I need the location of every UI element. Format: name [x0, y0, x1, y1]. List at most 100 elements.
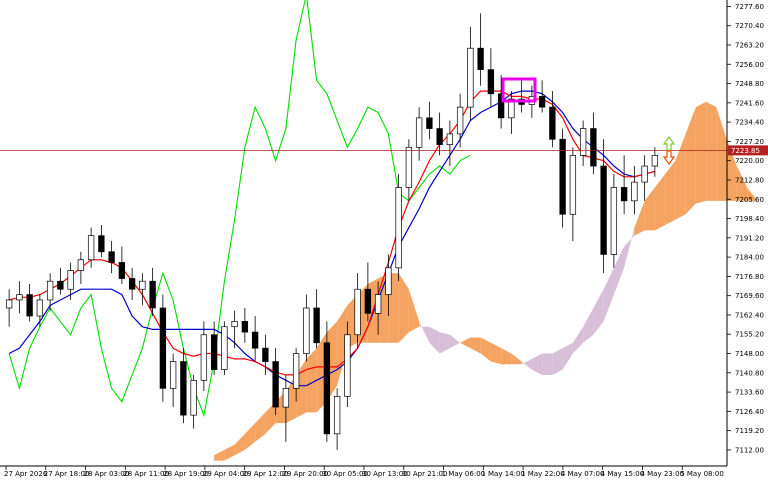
- candle-body-bull: [579, 128, 587, 156]
- candle: [395, 174, 402, 282]
- candle-body-bull: [282, 387, 290, 408]
- candle-body-bull: [569, 154, 577, 215]
- candle-body-bear: [251, 331, 259, 349]
- x-tick-label: 4 May 23:00: [640, 470, 684, 478]
- candle-body-bear: [487, 69, 495, 95]
- y-tick-label: 7256.00: [735, 61, 764, 69]
- chart-background: [0, 0, 727, 466]
- candle-body-bull: [415, 117, 423, 148]
- candle-body-bear: [210, 334, 218, 370]
- y-tick-label: 7155.20: [735, 331, 764, 339]
- candle-body-bear: [549, 106, 556, 140]
- cloud-segment-bear: [542, 353, 553, 375]
- y-tick-label: 7263.20: [735, 41, 764, 49]
- y-tick-label: 7277.60: [735, 3, 764, 11]
- candle-body-bull: [292, 353, 300, 389]
- candle-body-bear: [590, 128, 597, 167]
- candle-body-bear: [323, 342, 331, 435]
- y-tick-label: 7234.40: [735, 119, 764, 127]
- candle-body-bull: [221, 326, 228, 370]
- x-tick-label: 5 May 08:00: [680, 470, 724, 478]
- candle-body-bear: [159, 307, 167, 389]
- y-tick-label: 7241.60: [735, 99, 764, 107]
- candle-body-bear: [620, 187, 628, 202]
- candle: [610, 174, 618, 268]
- y-tick-label: 7212.80: [735, 176, 764, 184]
- candle-body-bear: [241, 321, 249, 333]
- candle-body-bear: [436, 128, 443, 145]
- y-tick-label: 7169.60: [735, 292, 764, 300]
- y-tick-label: 7176.80: [735, 273, 764, 281]
- candle-body-bull: [344, 334, 351, 397]
- cloud-segment-bull: [306, 348, 317, 413]
- y-axis: 7277.60 7270.40 7263.20 7256.00 7248.80 7241.…: [726, 0, 764, 466]
- y-tick-label: 7205.60: [735, 196, 764, 204]
- y-tick-label: 7126.40: [735, 408, 764, 416]
- candle-body-bull: [446, 133, 454, 145]
- candle-body-bull: [303, 307, 310, 354]
- cloud-segment-bull: [706, 101, 717, 201]
- candle-body-bear: [26, 294, 33, 317]
- candle-body-bull: [200, 334, 208, 381]
- y-tick-label: 7119.20: [735, 427, 764, 435]
- x-tick-label: 4 May 07:00: [561, 470, 605, 478]
- candle-body-bull: [385, 267, 392, 295]
- candle-body-bull: [405, 146, 413, 188]
- candle-body-bear: [180, 361, 187, 416]
- candle: [159, 294, 167, 402]
- candle-body-bear: [600, 165, 607, 255]
- cloud-segment-bull: [695, 101, 707, 204]
- y-tick-label: 7148.00: [735, 350, 764, 358]
- current-price-tag: 7223.85: [728, 145, 768, 156]
- candle-body-bull: [610, 187, 618, 255]
- candle-body-bear: [313, 307, 320, 344]
- candle-body-bull: [139, 280, 146, 290]
- y-tick-label: 7220.00: [735, 157, 764, 165]
- x-axis: 27 Apr 202627 Apr 18:0028 Apr 03:0028 Ap…: [0, 465, 727, 478]
- candle-body-bear: [98, 235, 105, 253]
- y-tick-label: 7198.40: [735, 215, 764, 223]
- x-tick-label: 27 Apr 2026: [4, 470, 48, 478]
- y-tick-label: 7133.60: [735, 389, 764, 397]
- x-tick-label: 1 May 22:00: [521, 470, 565, 478]
- candle-body-bull: [631, 181, 638, 202]
- candle-body-bear: [57, 280, 64, 290]
- candle-body-bear: [477, 47, 484, 70]
- candle-body-bear: [118, 262, 126, 279]
- candle-body-bull: [231, 321, 238, 328]
- ichimoku-chart[interactable]: 7277.60 7270.40 7263.20 7256.00 7248.80 7241.…: [0, 0, 768, 480]
- candle-body-bull: [87, 235, 95, 261]
- candle-body-bull: [169, 361, 177, 389]
- candle-body-bear: [128, 278, 136, 290]
- y-tick-label: 7270.40: [735, 22, 764, 30]
- candle-body-bear: [538, 96, 546, 108]
- candle-body-bull: [333, 396, 341, 435]
- y-tick-label: 7112.00: [735, 446, 764, 454]
- y-tick-label: 7140.80: [735, 369, 764, 377]
- x-tick-label: 4 May 15:00: [601, 470, 645, 478]
- y-tick-label: 7227.20: [735, 138, 764, 146]
- x-tick-label: 1 May 14:00: [481, 470, 525, 478]
- candle-body-bear: [426, 117, 433, 129]
- candle-body-bull: [46, 280, 54, 301]
- candle-body-bull: [190, 379, 197, 416]
- candle: [221, 321, 228, 375]
- candle-body-bull: [77, 259, 85, 271]
- candle-body-bull: [467, 47, 474, 108]
- x-axis-ticks: 27 Apr 202627 Apr 18:0028 Apr 03:0028 Ap…: [4, 466, 724, 478]
- y-tick-label: 7248.80: [735, 80, 764, 88]
- current-price-label: 7223.85: [731, 147, 760, 155]
- candle-body-bull: [36, 299, 44, 317]
- candle-body-bear: [262, 347, 269, 362]
- candle-body-bull: [354, 288, 361, 336]
- candle-body-bull: [641, 165, 648, 183]
- candle-body-bull: [395, 187, 402, 269]
- y-tick-label: 7162.40: [735, 311, 764, 319]
- candle: [559, 128, 566, 228]
- y-tick-label: 7191.20: [735, 234, 764, 242]
- candle-body-bull: [456, 106, 464, 135]
- candle-body-bull: [651, 154, 659, 167]
- candle-body-bull: [67, 270, 74, 290]
- candle-body-bull: [16, 294, 23, 301]
- candle-body-bear: [364, 288, 372, 314]
